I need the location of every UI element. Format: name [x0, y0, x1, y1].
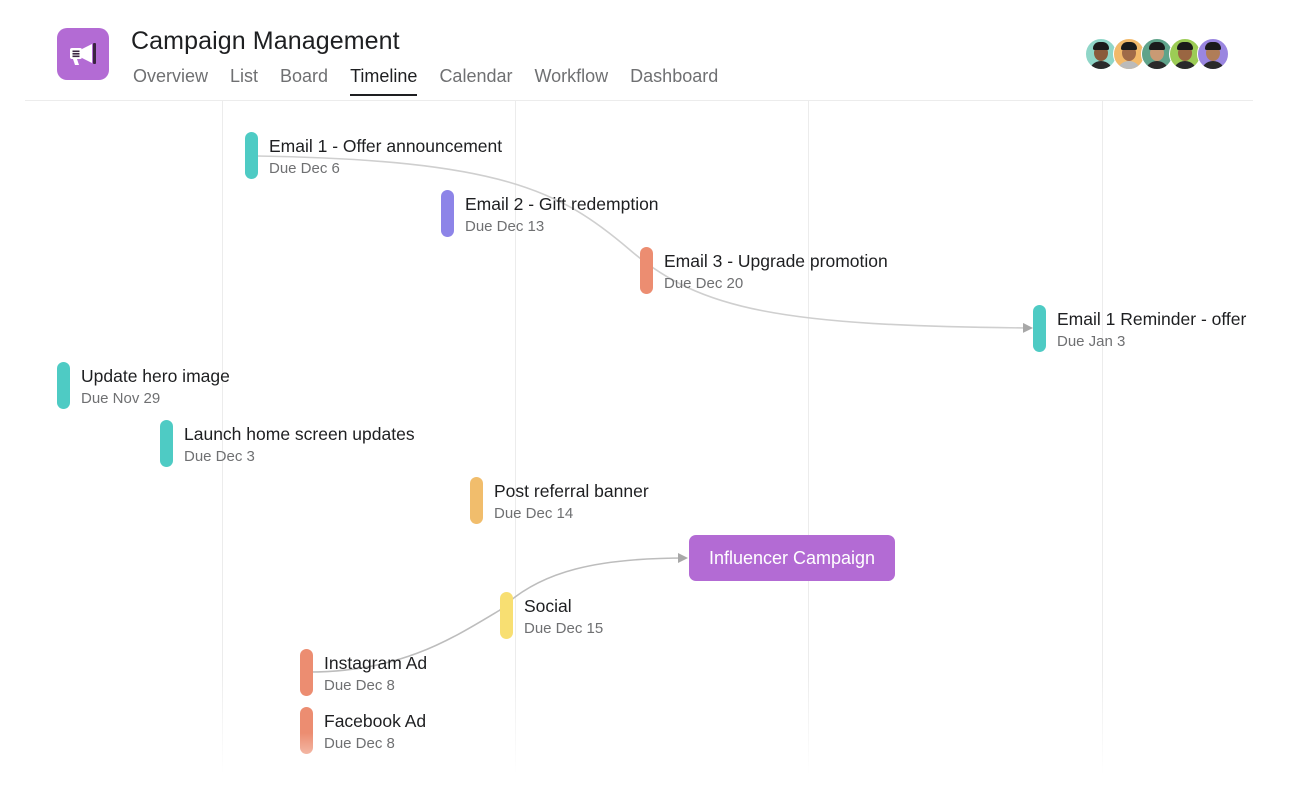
tab-timeline[interactable]: Timeline: [350, 66, 418, 96]
task-name: Email 1 - Offer announcement: [269, 136, 503, 156]
task-bar[interactable]: [300, 707, 313, 754]
task-due-date: Due Nov 29: [81, 390, 161, 407]
dependency-arrow: [256, 155, 1033, 333]
task-name: Update hero image: [81, 366, 230, 386]
task-due-date: Due Dec 20: [664, 275, 744, 292]
task-due-date: Due Dec 8: [324, 735, 395, 752]
task-name: Instagram Ad: [324, 653, 428, 673]
task-email-1[interactable]: Email 1 - Offer announcement Due Dec 6: [245, 132, 502, 179]
tab-board[interactable]: Board: [280, 66, 328, 96]
task-due-date: Due Dec 14: [494, 505, 574, 522]
milestone-influencer-campaign[interactable]: Influencer Campaign: [689, 535, 895, 581]
timeline-gridline: [1102, 101, 1103, 775]
task-instagram-ad[interactable]: Instagram Ad Due Dec 8: [300, 649, 427, 696]
project-title: Campaign Management: [131, 27, 400, 55]
task-name: Facebook Ad: [324, 711, 427, 731]
task-due-date: Due Dec 6: [269, 160, 340, 177]
task-bar[interactable]: [640, 247, 653, 294]
task-post-referral-banner[interactable]: Post referral banner Due Dec 14: [470, 477, 649, 524]
task-bar[interactable]: [441, 190, 454, 237]
task-name: Email 2 - Gift redemption: [465, 194, 659, 214]
task-bar[interactable]: [500, 592, 513, 639]
project-tabs: Overview List Board Timeline Calendar Wo…: [133, 66, 740, 96]
task-launch-home-screen[interactable]: Launch home screen updates Due Dec 3: [160, 420, 415, 467]
tab-list[interactable]: List: [230, 66, 258, 96]
task-bar[interactable]: [300, 649, 313, 696]
viewport-edge: [1253, 101, 1300, 812]
task-social[interactable]: Social Due Dec 15: [500, 592, 603, 639]
task-due-date: Due Dec 13: [465, 218, 545, 235]
tab-overview[interactable]: Overview: [133, 66, 208, 96]
task-facebook-ad[interactable]: Facebook Ad Due Dec 8: [300, 707, 426, 754]
task-email-2[interactable]: Email 2 - Gift redemption Due Dec 13: [441, 190, 659, 237]
tab-workflow[interactable]: Workflow: [534, 66, 608, 96]
tab-dashboard[interactable]: Dashboard: [630, 66, 718, 96]
task-due-date: Due Jan 3: [1057, 333, 1126, 350]
avatar[interactable]: [1197, 38, 1229, 70]
task-due-date: Due Dec 8: [324, 677, 395, 694]
task-name: Post referral banner: [494, 481, 649, 501]
task-email-3[interactable]: Email 3 - Upgrade promotion Due Dec 20: [640, 247, 888, 294]
tab-calendar[interactable]: Calendar: [439, 66, 512, 96]
task-email-1-reminder[interactable]: Email 1 Reminder - offer Due Jan 3: [1033, 305, 1246, 352]
header-divider: [25, 100, 1253, 101]
timeline-gridline: [808, 101, 809, 775]
project-members[interactable]: [1085, 38, 1229, 70]
task-due-date: Due Dec 3: [184, 448, 255, 465]
megaphone-icon: [70, 43, 96, 65]
task-bar[interactable]: [470, 477, 483, 524]
task-bar[interactable]: [245, 132, 258, 179]
project-icon[interactable]: [57, 28, 109, 80]
task-due-date: Due Dec 15: [524, 620, 604, 637]
task-name: Launch home screen updates: [184, 424, 415, 444]
task-name: Email 3 - Upgrade promotion: [664, 251, 888, 271]
task-bar[interactable]: [1033, 305, 1046, 352]
task-update-hero-image[interactable]: Update hero image Due Nov 29: [57, 362, 230, 409]
task-name: Social: [524, 596, 572, 616]
task-bar[interactable]: [57, 362, 70, 409]
task-name: Email 1 Reminder - offer: [1057, 309, 1247, 329]
task-bar[interactable]: [160, 420, 173, 467]
